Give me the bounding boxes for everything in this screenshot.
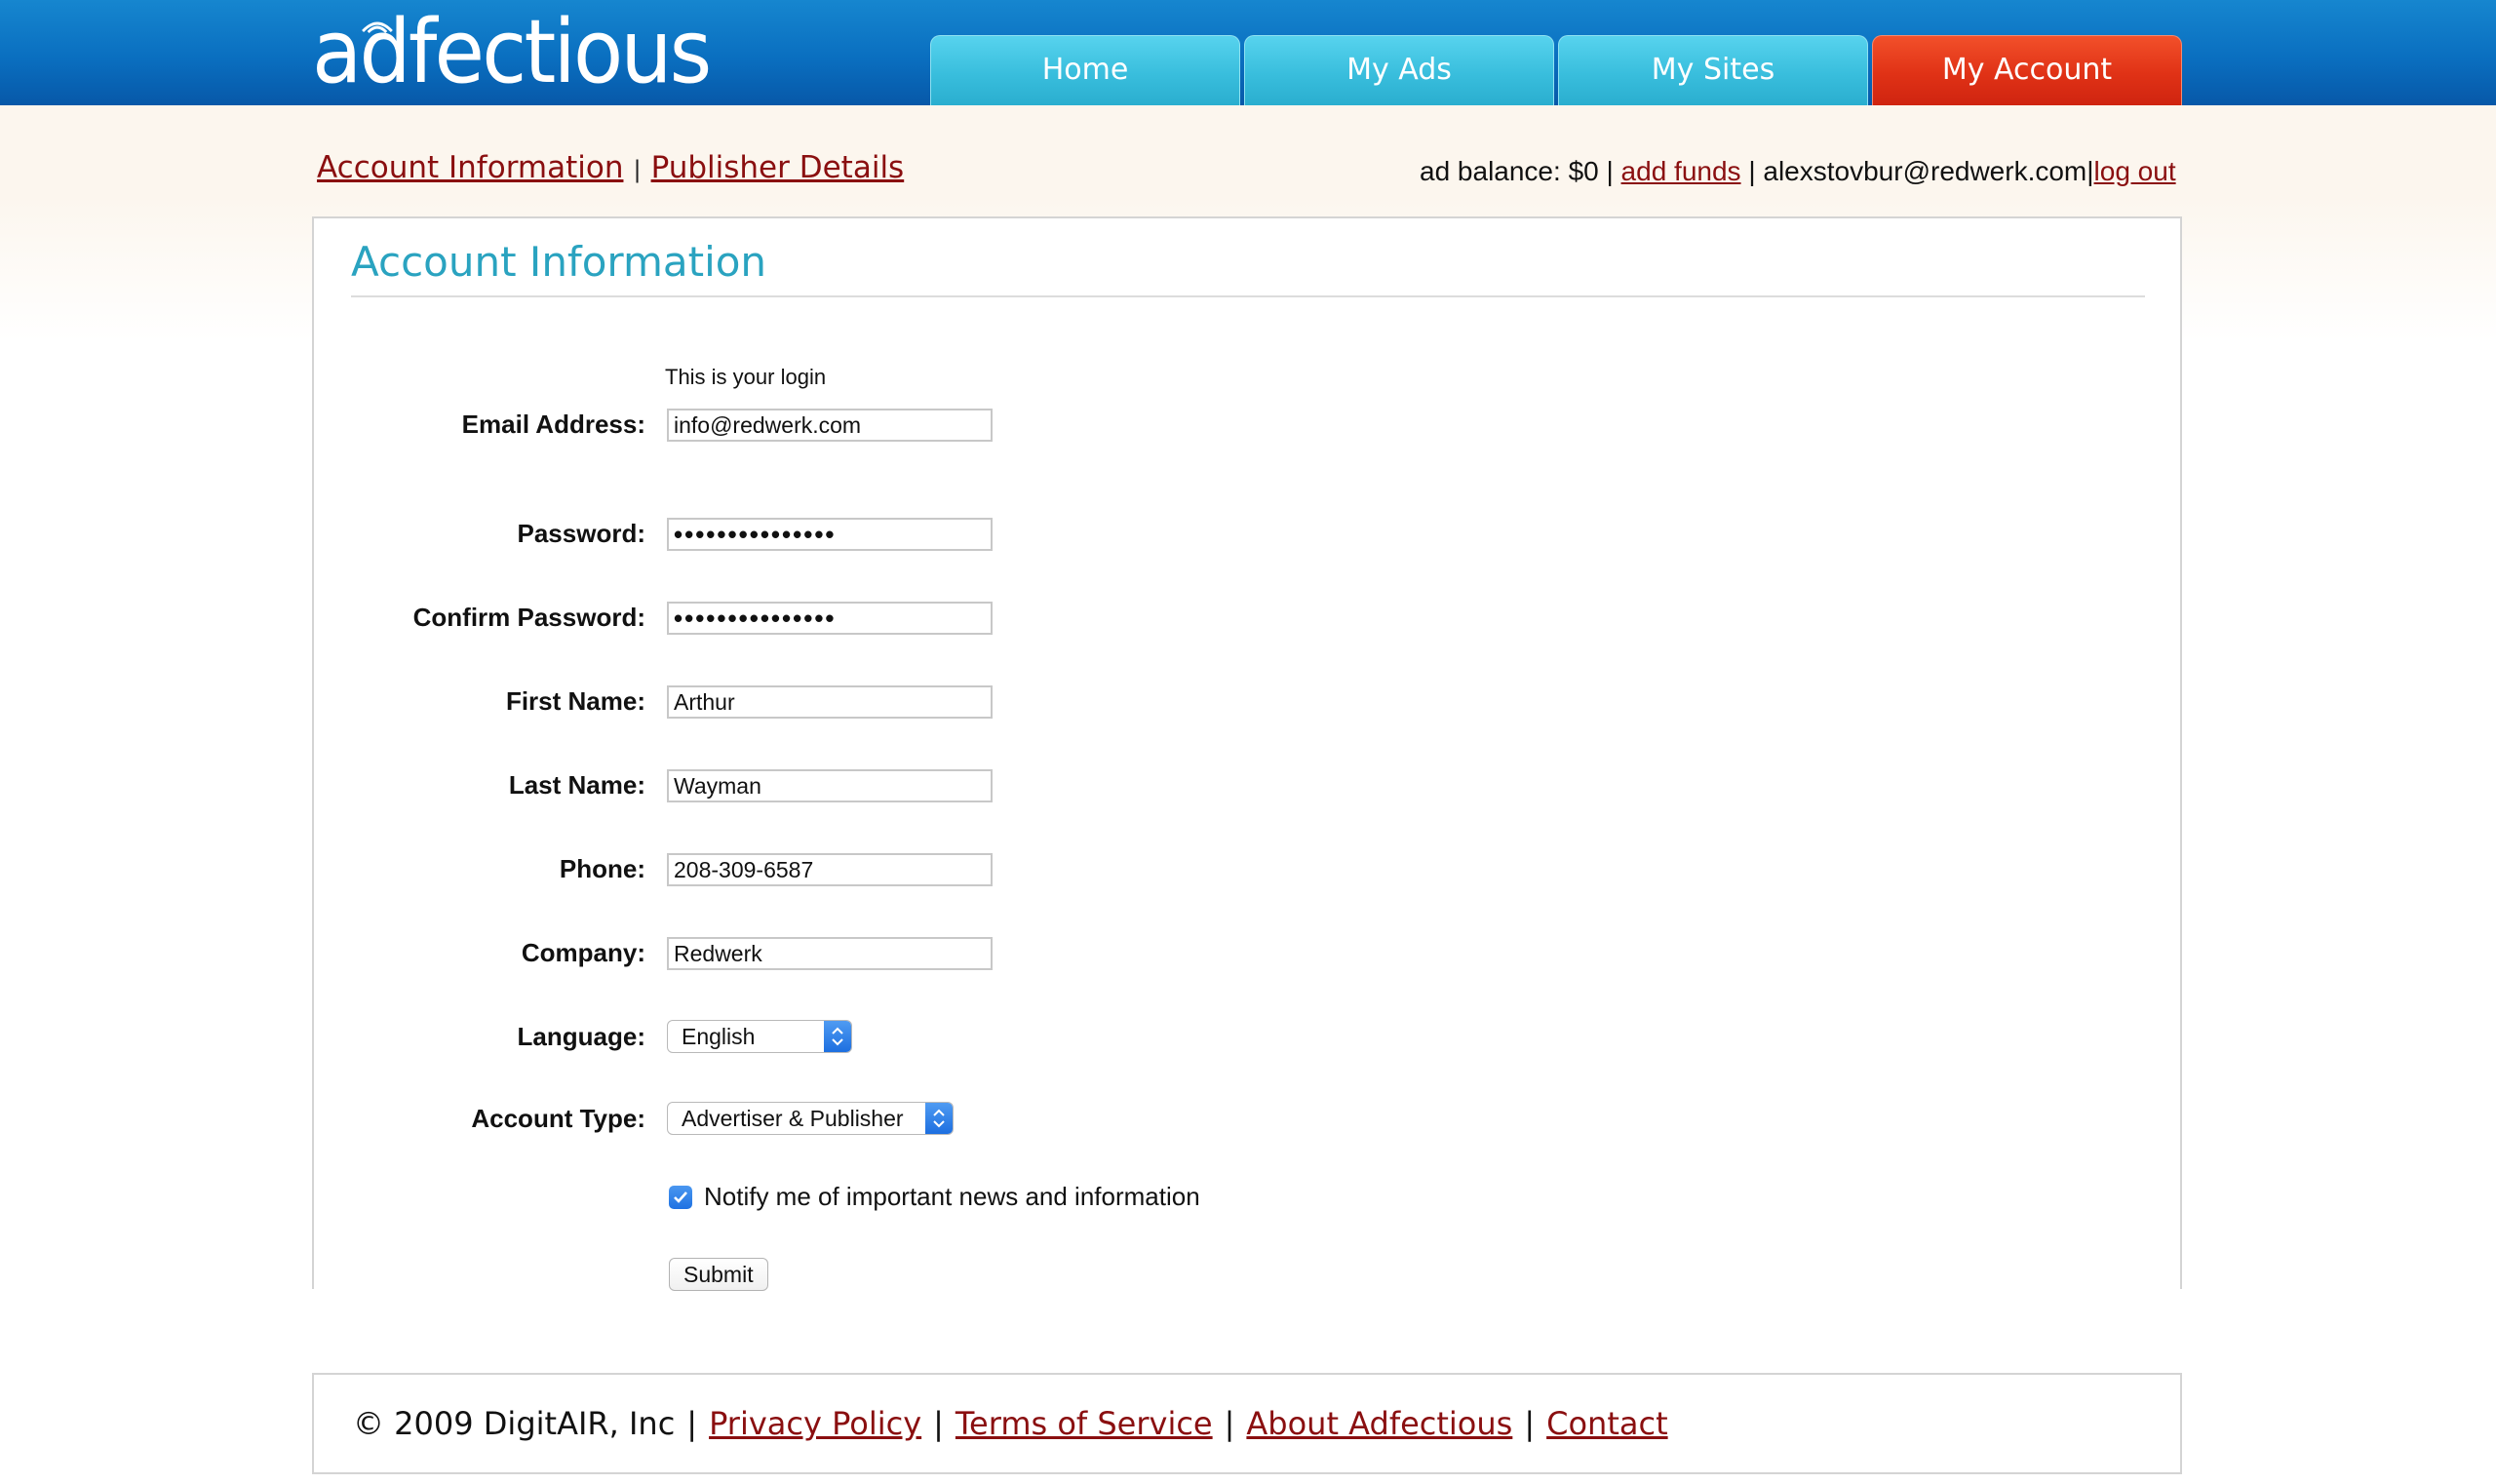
last-name-field[interactable] [667,769,993,802]
account-type-label: Account Type: [471,1104,645,1133]
language-selected-value: English [682,1024,756,1049]
tab-my-ads[interactable]: My Ads [1244,35,1554,105]
select-arrows-icon [824,1021,851,1052]
email-label: Email Address: [461,410,645,439]
checkmark-icon [674,1191,687,1203]
notify-label[interactable]: Notify me of important news and informat… [704,1182,1200,1212]
terms-of-service-link[interactable]: Terms of Service [956,1405,1213,1442]
footer-separator: | [933,1405,944,1442]
language-select[interactable]: English [667,1020,852,1053]
company-label: Company: [521,938,645,967]
about-adfectious-link[interactable]: About Adfectious [1246,1405,1512,1442]
publisher-details-link[interactable]: Publisher Details [651,150,905,185]
logout-link[interactable]: log out [2094,156,2176,186]
footer-separator: | [1524,1405,1536,1442]
main-nav: Home My Ads My Sites My Account [930,35,2186,105]
contact-link[interactable]: Contact [1546,1405,1668,1442]
wifi-icon [362,21,393,34]
password-field[interactable] [667,518,993,551]
page-title: Account Information [351,238,2145,297]
first-name-field[interactable] [667,685,993,719]
tab-my-account[interactable]: My Account [1872,35,2182,105]
subnav-separator: | [633,156,642,183]
tab-my-sites[interactable]: My Sites [1558,35,1868,105]
site-footer: © 2009 DigitAIR, Inc | Privacy Policy | Term… [312,1373,2182,1474]
account-type-select[interactable]: Advertiser & Publisher [667,1102,954,1135]
notify-checkbox[interactable] [669,1186,692,1209]
phone-label: Phone: [559,854,645,883]
login-hint: This is your login [665,365,827,389]
last-name-label: Last Name: [508,770,645,800]
adfectious-logo[interactable]: adfectious [312,0,712,105]
copyright: © 2009 DigitAIR, Inc [353,1405,676,1442]
language-label: Language: [517,1022,645,1051]
site-header: adfectious Home My Ads My Sites My Accou… [0,0,2496,105]
user-email: | alexstovbur@redwerk.com| [1748,156,2094,186]
account-subnav: Account Information | Publisher Details [317,150,904,185]
confirm-password-label: Confirm Password: [412,603,645,632]
confirm-password-field[interactable] [667,602,993,635]
account-information-link[interactable]: Account Information [317,150,623,185]
footer-separator: | [686,1405,698,1442]
tab-home[interactable]: Home [930,35,1240,105]
first-name-label: First Name: [505,686,645,716]
password-label: Password: [517,519,646,548]
ad-balance: ad balance: $0 | [1420,156,1614,186]
footer-separator: | [1224,1405,1235,1442]
phone-field[interactable] [667,853,993,886]
company-field[interactable] [667,937,993,970]
add-funds-link[interactable]: add funds [1621,156,1741,186]
account-type-selected-value: Advertiser & Publisher [682,1106,904,1131]
email-field[interactable] [667,409,993,442]
privacy-policy-link[interactable]: Privacy Policy [709,1405,921,1442]
account-status-bar: ad balance: $0 | add funds | alexstovbur… [1420,156,2176,187]
account-information-panel: Account Information This is your login E… [312,216,2182,1291]
submit-button[interactable]: Submit [669,1258,768,1291]
select-arrows-icon [925,1103,953,1134]
